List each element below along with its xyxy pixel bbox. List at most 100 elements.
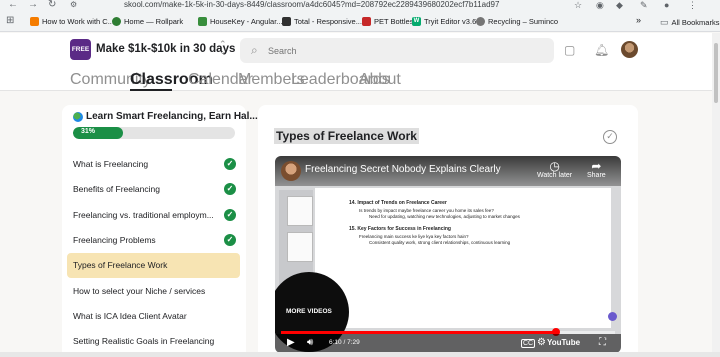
- menu-icon[interactable]: ⋮: [688, 0, 697, 10]
- w3-icon: W: [412, 17, 421, 26]
- group-switcher-icon[interactable]: ⌃ ⌄: [219, 40, 227, 56]
- lesson-item[interactable]: How to select your Niche / services: [67, 279, 240, 304]
- bookmark-star-icon[interactable]: ☆: [574, 0, 582, 10]
- extension-icon[interactable]: ✎: [640, 0, 648, 10]
- bookmark-item[interactable]: Recycling – Suminco: [476, 17, 558, 26]
- progress-label: 31%: [81, 128, 96, 135]
- doc-heading: 14. Impact of Trends on Freelance Career: [349, 200, 447, 206]
- course-title: Learn Smart Freelancing, Earn Hal...: [73, 111, 258, 122]
- notifications-bell-icon[interactable]: 🔔︎: [594, 43, 609, 57]
- group-logo[interactable]: FREE: [70, 39, 91, 60]
- completed-check-icon: ✓: [224, 208, 236, 221]
- active-tab-indicator: [130, 89, 172, 91]
- captions-icon[interactable]: CC: [521, 339, 536, 348]
- all-bookmarks-button[interactable]: ▭ All Bookmarks: [660, 17, 719, 28]
- globe-icon: [73, 111, 83, 122]
- address-bar[interactable]: skool.com/make-1k-5k-in-30-days-8449/cla…: [124, 0, 499, 9]
- more-videos-label[interactable]: MORE VIDEOS: [286, 308, 332, 315]
- bookmark-item[interactable]: HouseKey - Angular...: [198, 17, 283, 26]
- completed-check-icon: ✓: [224, 233, 236, 246]
- lesson-item[interactable]: Freelancing vs. traditional employm... ✓: [67, 203, 240, 228]
- volume-icon[interactable]: 🔊︎: [307, 337, 313, 349]
- scrollbar-thumb[interactable]: [714, 43, 718, 103]
- watch-later-button[interactable]: ◷ Watch later: [537, 160, 572, 179]
- lesson-label: Setting Realistic Goals in Freelancing: [73, 336, 215, 347]
- bookmark-label: Recycling – Suminco: [488, 17, 559, 26]
- user-avatar[interactable]: [621, 41, 638, 58]
- globe-icon: [476, 17, 485, 26]
- course-progress-bar: 31%: [73, 127, 235, 139]
- back-arrow-icon[interactable]: ←: [8, 0, 18, 10]
- more-bookmarks-button[interactable]: »: [636, 15, 641, 25]
- site-header: FREE Make $1k-$10k in 30 days ⌃⌄ ⌕ ▢ 🔔︎ …: [0, 33, 720, 91]
- video-title[interactable]: Freelancing Secret Nobody Explains Clear…: [305, 164, 501, 175]
- page-scrollbar[interactable]: [712, 33, 720, 357]
- reload-icon[interactable]: ↻: [48, 0, 56, 10]
- video-title-bar: Freelancing Secret Nobody Explains Clear…: [275, 156, 621, 186]
- forward-arrow-icon[interactable]: →: [28, 0, 38, 10]
- lesson-item[interactable]: What is ICA Idea Client Avatar: [67, 304, 240, 329]
- search-box[interactable]: ⌕: [240, 38, 554, 63]
- completed-check-icon: ✓: [224, 158, 236, 170]
- doc-heading: 15. Key Factors for Success in Freelanci…: [349, 226, 451, 232]
- bookmark-label: Total - Responsive...: [294, 17, 362, 26]
- bookmarks-bar: ⊞ How to Work with C... Home — Rollpark …: [0, 12, 720, 32]
- page-thumbnail: [287, 196, 313, 226]
- bookmark-label: PET Bottles: [374, 17, 414, 26]
- lesson-title: Types of Freelance Work: [274, 128, 419, 144]
- bookmark-item[interactable]: PET Bottles: [362, 17, 413, 26]
- lesson-item[interactable]: What is Freelancing ✓: [67, 152, 240, 177]
- bookmark-label: Home — Rollpark: [124, 17, 184, 26]
- apps-grid-icon[interactable]: ⊞: [6, 15, 14, 26]
- cursor-dot: [608, 312, 617, 321]
- extension-icon[interactable]: ◉: [596, 0, 604, 10]
- lesson-label: Freelancing Problems: [73, 234, 156, 245]
- lesson-label: What is ICA Idea Client Avatar: [73, 310, 187, 321]
- total-icon: [282, 17, 291, 26]
- bookmark-label: HouseKey - Angular...: [210, 17, 283, 26]
- doc-line: Need for updating, watching new technolo…: [369, 214, 520, 219]
- lesson-item[interactable]: Setting Realistic Goals in Freelancing: [67, 329, 240, 354]
- doc-line: Consistent quality work, strong client r…: [369, 240, 511, 245]
- channel-avatar[interactable]: [281, 161, 301, 181]
- bookmark-item[interactable]: How to Work with C...: [30, 17, 114, 26]
- lesson-label: Types of Freelance Work: [73, 260, 168, 271]
- bookmark-label: Tryit Editor v3.6: [424, 17, 477, 26]
- pet-icon: [362, 17, 371, 26]
- tab-about[interactable]: About: [359, 71, 401, 89]
- lesson-item[interactable]: Types of Freelance Work: [67, 253, 240, 279]
- share-arrow-icon: ➦: [591, 159, 602, 173]
- rollpark-icon: [112, 17, 121, 26]
- video-time: 6:10 / 7:29: [329, 339, 360, 346]
- video-frame-document: 14. Impact of Trends on Freelance Career…: [315, 188, 611, 328]
- fullscreen-icon[interactable]: ⛶: [599, 337, 606, 349]
- orange-square-icon: [30, 17, 39, 26]
- youtube-logo[interactable]: YouTube: [547, 338, 580, 347]
- doc-line: Freelancing main success ke liye kya key…: [359, 234, 469, 239]
- search-input[interactable]: [268, 44, 538, 58]
- folder-icon: ▭: [660, 17, 669, 27]
- mark-complete-check-icon[interactable]: ✓: [603, 130, 617, 144]
- bookmark-item[interactable]: Home — Rollpark: [112, 17, 183, 26]
- play-icon[interactable]: ▶: [287, 337, 295, 349]
- lesson-item[interactable]: Freelancing Problems ✓: [67, 228, 240, 253]
- course-sidebar: Learn Smart Freelancing, Earn Hal... 31%…: [62, 105, 258, 357]
- extension-icon[interactable]: ◆: [616, 0, 623, 10]
- lesson-label: Freelancing vs. traditional employm...: [73, 209, 214, 220]
- group-name[interactable]: Make $1k-$10k in 30 days: [96, 43, 235, 55]
- watch-later-label: Watch later: [537, 172, 573, 179]
- chat-icon[interactable]: ▢: [564, 43, 575, 57]
- profile-icon[interactable]: ●: [664, 0, 669, 10]
- share-button[interactable]: ➦ Share: [587, 160, 606, 179]
- lesson-item[interactable]: Benefits of Freelancing ✓: [67, 177, 240, 202]
- housekey-icon: [198, 17, 207, 26]
- lesson-label: Benefits of Freelancing: [73, 184, 160, 195]
- course-title-text: Learn Smart Freelancing, Earn Hal...: [86, 111, 258, 122]
- video-player[interactable]: 14. Impact of Trends on Freelance Career…: [275, 156, 621, 353]
- bookmark-item[interactable]: Total - Responsive...: [282, 17, 362, 26]
- bookmark-item[interactable]: W Tryit Editor v3.6: [412, 17, 476, 26]
- settings-gear-icon[interactable]: ⚙: [537, 337, 546, 349]
- taskbar-edge: [0, 352, 720, 357]
- share-label: Share: [587, 172, 606, 179]
- site-info-icon[interactable]: ⚙: [70, 0, 77, 10]
